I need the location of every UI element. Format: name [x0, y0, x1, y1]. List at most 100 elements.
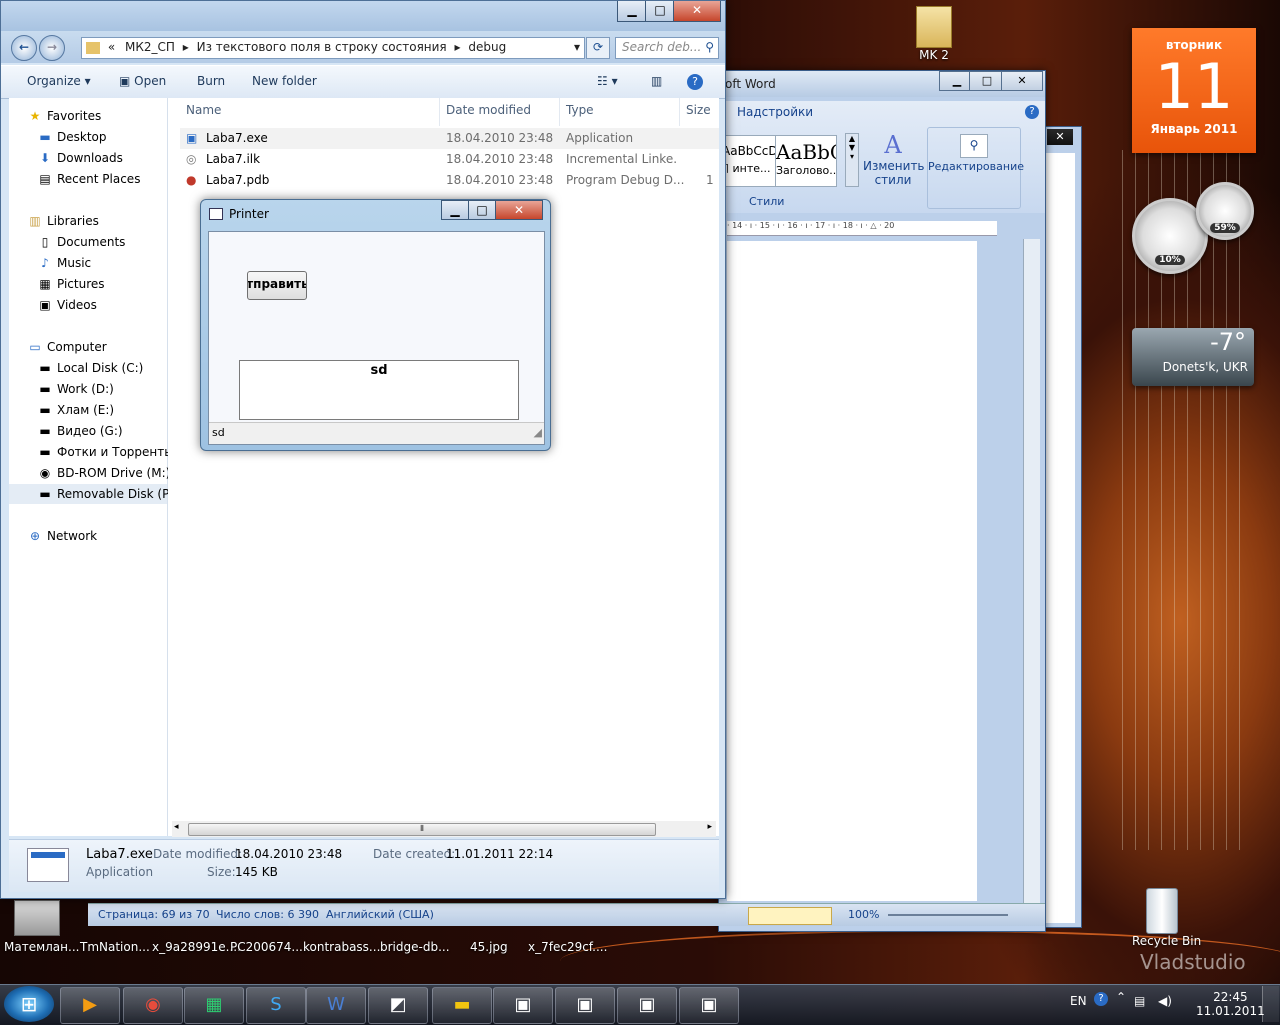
taskbar-app[interactable]: ▦ — [184, 987, 244, 1024]
burn-button[interactable]: Burn — [197, 74, 225, 88]
nav-drive-p[interactable]: ▬ Removable Disk (P:) — [9, 484, 178, 504]
view-options-icon[interactable]: ☷ ▾ — [597, 74, 618, 88]
desktop-icon-label[interactable]: kontrabass... — [303, 940, 380, 954]
taskbar-media-player[interactable]: ▶ — [60, 987, 120, 1024]
taskbar-window-3[interactable]: ▣ — [617, 987, 677, 1024]
nav-libraries[interactable]: ▥ Libraries — [27, 211, 185, 231]
zoom-level[interactable]: 100% — [848, 908, 879, 921]
maximize-button[interactable]: □ — [969, 71, 1005, 91]
word-vscrollbar[interactable] — [1023, 239, 1040, 909]
taskbar-window-4[interactable]: ▣ — [679, 987, 739, 1024]
address-dropdown-icon[interactable]: ▾ — [574, 38, 580, 57]
status-words[interactable]: Число слов: 6 390 — [216, 908, 319, 921]
resize-grip-icon[interactable]: ◢ — [534, 423, 542, 443]
scroll-right-icon[interactable]: ▸ — [707, 822, 712, 832]
search-input[interactable]: Search deb... ⚲ — [615, 37, 719, 59]
tray-expand-icon[interactable]: ⌃ — [1116, 990, 1126, 1004]
ribbon-tab-addins[interactable]: Надстройки — [737, 105, 813, 119]
column-header-type[interactable]: Type — [560, 98, 680, 126]
close-button[interactable]: ✕ — [495, 200, 543, 220]
nav-label: Music — [57, 256, 92, 270]
change-styles-button[interactable]: A Изменить стили — [863, 131, 925, 187]
taskbar-window-2[interactable]: ▣ — [555, 987, 615, 1024]
desktop-icon-label[interactable]: 45.jpg — [470, 940, 508, 954]
desktop-icon-label[interactable]: Матемлан... — [4, 940, 79, 954]
file-row[interactable]: ● Laba7.pdb 18.04.2010 23:48 Program Deb… — [180, 170, 719, 191]
taskbar-word[interactable]: W — [306, 987, 366, 1024]
status-language[interactable]: Английский (США) — [326, 908, 434, 921]
back-button[interactable]: ← — [11, 35, 37, 61]
breadcrumb-folder[interactable]: Из текстового поля в строку состояния — [197, 40, 447, 54]
view-buttons[interactable] — [748, 907, 832, 925]
breadcrumb-mk2[interactable]: МК2_СП — [125, 40, 175, 54]
column-header-date[interactable]: Date modified — [440, 98, 560, 126]
show-desktop-button[interactable] — [1262, 986, 1279, 1022]
start-button[interactable]: ⊞ — [4, 986, 54, 1022]
taskbar-skype[interactable]: S — [246, 987, 306, 1024]
close-button[interactable]: ✕ — [1001, 71, 1043, 91]
taskbar-chrome[interactable]: ◉ — [123, 987, 183, 1024]
recycle-bin[interactable]: Recycle Bin — [1132, 888, 1201, 948]
forward-button[interactable]: → — [39, 35, 65, 61]
word-window[interactable]: oft Word ▁ □ ✕ Надстройки ? AaBbCcDc ¶ и… — [89, 70, 1046, 932]
zoom-slider[interactable] — [888, 914, 1008, 916]
help-icon[interactable]: ? — [1025, 105, 1039, 119]
explorer-titlebar[interactable]: ▁ □ ✕ — [1, 1, 725, 31]
desktop-icon-label[interactable]: x_9a28991e.... — [152, 940, 241, 954]
address-bar[interactable]: « МК2_СП ▸ Из текстового поля в строку с… — [81, 37, 585, 59]
search-icon[interactable]: ⚲ — [705, 38, 714, 57]
scroll-thumb[interactable]: ⦀ — [188, 823, 656, 836]
file-row[interactable]: ◎ Laba7.ilk 18.04.2010 23:48 Incremental… — [180, 149, 719, 170]
network-tray-icon[interactable]: ▤ — [1134, 994, 1145, 1008]
organize-button[interactable]: Organize ▾ — [27, 74, 91, 88]
nav-network[interactable]: ⊕ Network — [27, 526, 185, 546]
background-window[interactable]: ✕ — [1040, 126, 1082, 928]
status-page[interactable]: Страница: 69 из 70 — [98, 908, 210, 921]
output-text-box[interactable]: sd — [239, 360, 519, 420]
taskbar-app-2[interactable]: ◩ — [368, 987, 428, 1024]
send-button[interactable]: Отправить — [247, 271, 307, 300]
ram-gauge-gadget[interactable]: 59% — [1196, 182, 1254, 240]
clock[interactable]: 22:45 11.01.2011 — [1196, 990, 1265, 1018]
help-icon[interactable]: ? — [1094, 992, 1108, 1006]
printer-window[interactable]: Printer ▁ □ ✕ Отправить sd sd ◢ — [200, 199, 551, 451]
calendar-gadget[interactable]: вторник 11 Январь 2011 — [1132, 28, 1256, 153]
desktop-icon-label[interactable]: TmNation... — [80, 940, 150, 954]
nav-favorites[interactable]: ★ Favorites — [27, 106, 185, 126]
breadcrumb-overflow[interactable]: « — [108, 40, 115, 54]
desktop-icon-label[interactable]: x_7fec29cf.... — [528, 940, 607, 954]
breadcrumb-debug[interactable]: debug — [468, 40, 506, 54]
maximize-button[interactable]: □ — [468, 200, 496, 220]
column-header-size[interactable]: Size — [680, 98, 720, 126]
language-indicator[interactable]: EN — [1070, 994, 1087, 1008]
new-folder-button[interactable]: New folder — [252, 74, 317, 88]
style-normal[interactable]: AaBbCcDc ¶ инте... — [721, 135, 783, 187]
nav-computer[interactable]: ▭ Computer — [27, 337, 185, 357]
editing-group[interactable]: ⚲ Редактирование — [927, 127, 1024, 209]
exe-file-icon: ▣ — [186, 131, 198, 145]
style-heading[interactable]: AaBbC Заголово... — [775, 135, 837, 187]
volume-icon[interactable]: ◀) — [1158, 994, 1172, 1008]
close-icon[interactable]: ✕ — [1047, 129, 1073, 145]
desktop-folder-mk2[interactable]: MK 2 — [912, 6, 956, 62]
weather-gadget[interactable]: -7° Donets'k, UKR — [1132, 328, 1254, 386]
desktop-thumb-1[interactable] — [14, 900, 60, 936]
close-button[interactable]: ✕ — [673, 1, 721, 22]
maximize-button[interactable]: □ — [645, 1, 675, 22]
horizontal-scrollbar[interactable]: ◂ ⦀ ▸ — [172, 821, 716, 837]
desktop-icon-label[interactable]: bridge-db... — [380, 940, 450, 954]
desktop-icon-label[interactable]: PC200674.... — [230, 940, 307, 954]
preview-pane-icon[interactable]: ▥ — [651, 74, 662, 88]
minimize-button[interactable]: ▁ — [617, 1, 647, 22]
refresh-icon[interactable]: ⟳ — [586, 37, 610, 59]
word-titlebar[interactable]: oft Word ▁ □ ✕ — [719, 71, 1045, 97]
file-row[interactable]: ▣ Laba7.exe 18.04.2010 23:48 Application — [180, 128, 719, 149]
taskbar-explorer[interactable]: ▬ — [432, 987, 492, 1024]
taskbar-window-1[interactable]: ▣ — [493, 987, 553, 1024]
minimize-button[interactable]: ▁ — [441, 200, 469, 220]
scroll-left-icon[interactable]: ◂ — [174, 822, 179, 832]
help-icon[interactable]: ? — [687, 74, 703, 90]
styles-scroll[interactable]: ▲ ▼ ▾ — [845, 133, 859, 187]
column-header-name[interactable]: Name — [180, 98, 440, 126]
open-button[interactable]: ▣ Open — [119, 74, 166, 88]
